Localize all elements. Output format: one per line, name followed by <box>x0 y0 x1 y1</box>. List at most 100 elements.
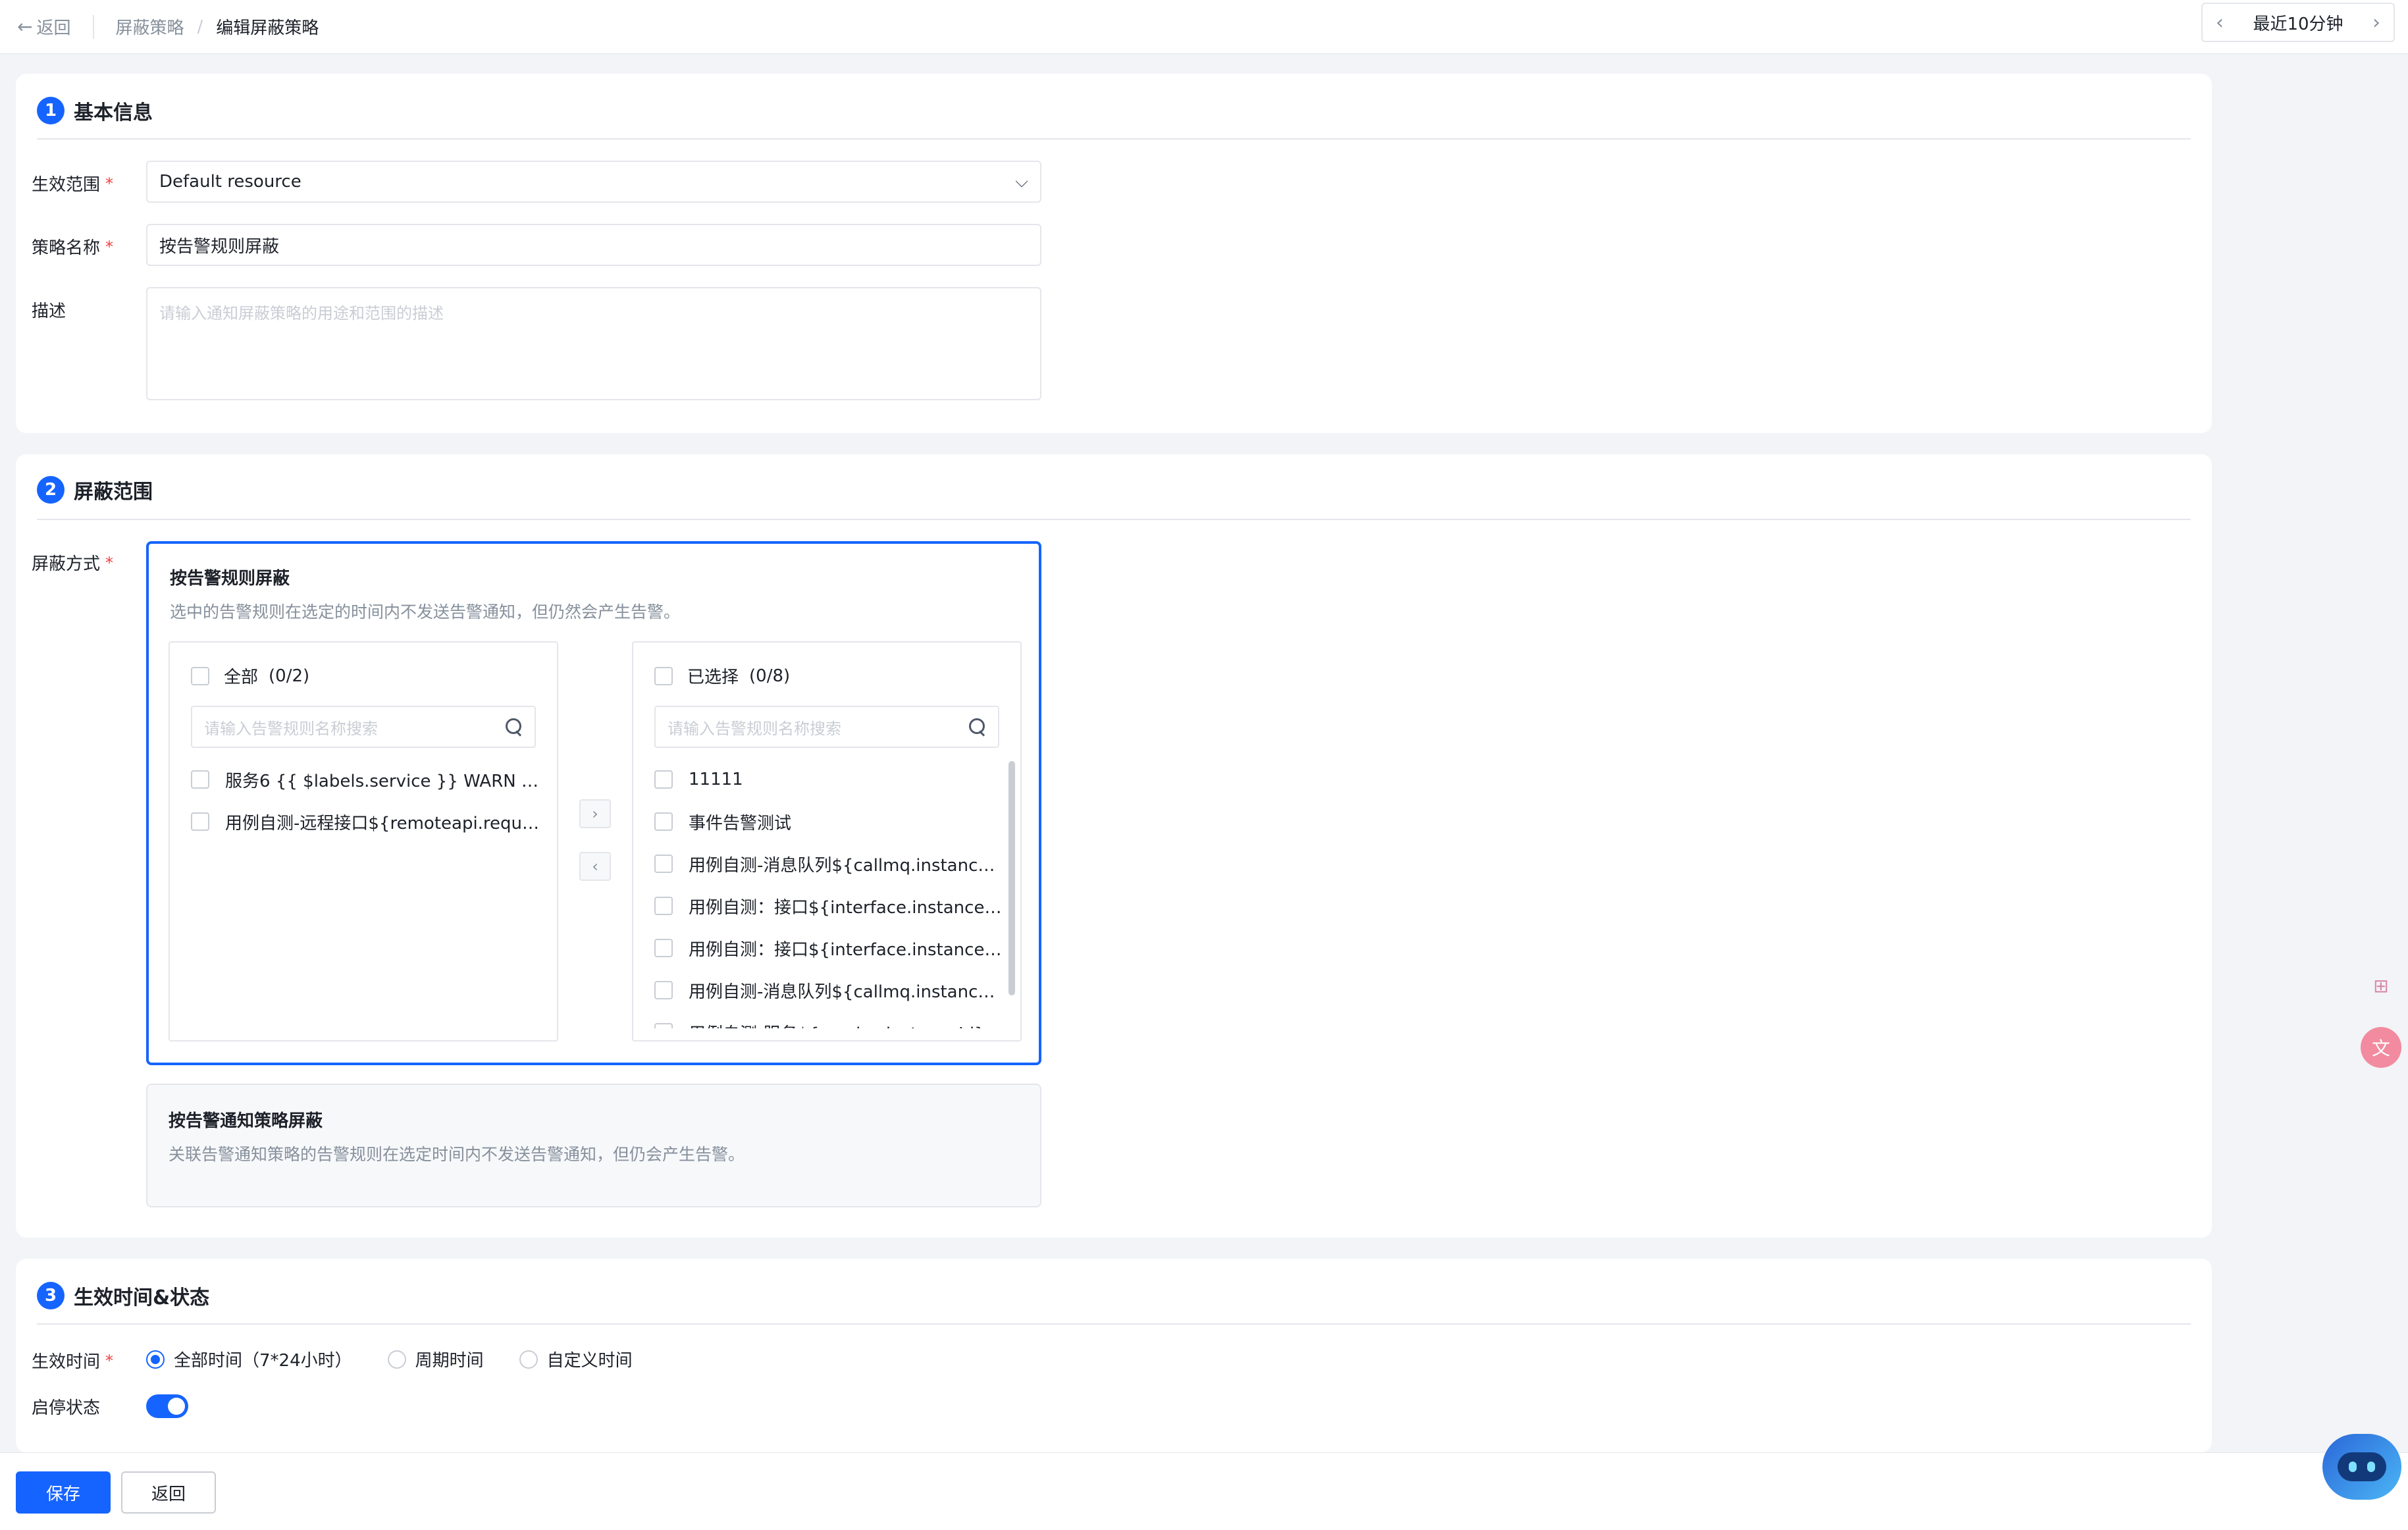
desc-label-text: 描述 <box>32 302 66 321</box>
back-link[interactable]: ← 返回 <box>17 14 70 39</box>
source-header: 全部 (0/2) <box>191 664 309 688</box>
option-by-notify-policy[interactable]: 按告警通知策略屏蔽 关联告警通知策略的告警规则在选定时间内不发送告警通知，但仍会… <box>146 1084 1041 1207</box>
select-all-selected-checkbox[interactable] <box>654 666 673 685</box>
chevron-down-icon: ⌵ <box>1015 171 1028 192</box>
move-left-button[interactable]: ‹ <box>579 852 611 881</box>
item-checkbox[interactable] <box>191 812 209 831</box>
item-checkbox[interactable] <box>654 939 673 957</box>
item-checkbox[interactable] <box>654 855 673 873</box>
required-mark: * <box>105 553 114 572</box>
list-item[interactable]: 用例自测-消息队列${callmq.instanceI... <box>654 969 1003 1011</box>
radio-custom-time[interactable]: 自定义时间 <box>519 1347 633 1371</box>
arrow-left-icon: ← <box>17 16 33 38</box>
divider <box>93 14 95 39</box>
desc-label: 描述 <box>32 298 66 322</box>
search-icon[interactable] <box>506 718 523 735</box>
section-divider <box>37 519 2191 520</box>
breadcrumb-separator: / <box>197 16 203 37</box>
policy-name-value: 按告警规则屏蔽 <box>159 236 280 257</box>
breadcrumb-shield-policy[interactable]: 屏蔽策略 <box>115 14 184 39</box>
status-label-text: 启停状态 <box>32 1398 101 1418</box>
footer-bar: 保存 返回 <box>0 1452 2408 1530</box>
robot-eye <box>2367 1462 2376 1472</box>
section-title: 生效时间&状态 <box>74 1286 210 1309</box>
chevron-left-icon[interactable]: ‹ <box>2216 11 2224 34</box>
radio-button[interactable] <box>387 1350 406 1369</box>
assistant-robot-icon[interactable] <box>2322 1434 2401 1500</box>
item-label: 服务6 {{ $labels.service }} WARN 日志... <box>225 771 540 791</box>
source-search-input[interactable]: 请输入告警规则名称搜索 <box>191 706 536 748</box>
breadcrumb-current: 编辑屏蔽策略 <box>216 18 319 38</box>
item-checkbox[interactable] <box>654 897 673 915</box>
item-label: 事件告警测试 <box>689 813 792 833</box>
list-item[interactable]: 事件告警测试 <box>654 801 1003 843</box>
target-header-label: 已选择 <box>687 668 739 687</box>
option-rule-title: 按告警规则屏蔽 <box>170 569 290 589</box>
radio-periodic-time[interactable]: 周期时间 <box>387 1347 484 1371</box>
item-checkbox[interactable] <box>654 770 673 789</box>
time-range-picker[interactable]: ‹ 最近10分钟 › <box>2201 3 2395 42</box>
shield-scope-card: 2 屏蔽范围 屏蔽方式 * 按告警规则屏蔽 选中的告警规则在选定的时间内不发送告警… <box>16 454 2212 1238</box>
item-label: 用例自测-服务${service.instanceId}名... <box>689 1020 1003 1029</box>
radio-label: 全部时间（7*24小时） <box>174 1351 352 1371</box>
chevron-left-icon: ‹ <box>592 857 598 876</box>
chevron-right-icon[interactable]: › <box>2372 11 2380 34</box>
mode-label-text: 屏蔽方式 <box>32 554 101 574</box>
robot-eye <box>2348 1462 2357 1472</box>
radio-button[interactable] <box>519 1350 538 1369</box>
item-label: 用例自测-消息队列${callmq.instanceI... <box>689 982 1003 1002</box>
scrollbar[interactable] <box>1008 761 1015 995</box>
basic-info-header: 1 基本信息 <box>37 96 153 125</box>
list-item[interactable]: 用例自测-服务${service.instanceId}名... <box>654 1011 1003 1028</box>
item-checkbox[interactable] <box>191 770 209 789</box>
list-item[interactable]: 11111 <box>654 758 1003 801</box>
name-label: 策略名称 * <box>32 234 113 259</box>
target-search-input[interactable]: 请输入告警规则名称搜索 <box>654 706 999 748</box>
list-item[interactable]: 用例自测-消息队列${callmq.instanceI... <box>654 843 1003 885</box>
item-label: 用例自测：接口${interface.instanceId... <box>689 897 1003 918</box>
scope-select[interactable]: Default resource ⌵ <box>146 161 1041 203</box>
section-title: 基本信息 <box>74 101 153 124</box>
time-range-label: 最近10分钟 <box>2253 14 2343 34</box>
translate-float-icon[interactable]: 文 <box>2361 1027 2401 1068</box>
top-bar: ← 返回 屏蔽策略 / 编辑屏蔽策略 ‹ 最近10分钟 › <box>0 0 2408 54</box>
target-count: (0/8) <box>749 666 791 686</box>
target-search-placeholder: 请输入告警规则名称搜索 <box>667 719 841 738</box>
status-label: 启停状态 <box>32 1394 100 1419</box>
section-title: 屏蔽范围 <box>74 481 153 504</box>
list-item[interactable]: 服务6 {{ $labels.service }} WARN 日志... <box>191 758 540 801</box>
step-badge: 2 <box>37 476 65 504</box>
select-all-checkbox[interactable] <box>191 666 209 685</box>
option-notify-title: 按告警通知策略屏蔽 <box>169 1111 323 1131</box>
time-label-text: 生效时间 <box>32 1352 101 1372</box>
list-item[interactable]: 用例自测：接口${interface.instanceId... <box>654 885 1003 927</box>
chevron-right-icon: › <box>592 805 598 823</box>
required-mark: * <box>105 1351 114 1370</box>
list-item[interactable]: 用例自测-远程接口${remoteapi.request... <box>191 801 540 843</box>
search-icon[interactable] <box>969 718 986 735</box>
transfer-target-panel: 已选择 (0/8) 请输入告警规则名称搜索 11111 事件告警测试 用例自测-… <box>632 641 1022 1042</box>
list-item[interactable]: 用例自测：接口${interface.instanceId... <box>654 927 1003 969</box>
section-divider <box>37 1323 2191 1325</box>
apps-float-icon[interactable]: ⊞ <box>2361 965 2401 1006</box>
shield-scope-header: 2 屏蔽范围 <box>37 475 153 504</box>
required-mark: * <box>105 237 114 256</box>
item-label: 用例自测-远程接口${remoteapi.request... <box>225 813 540 833</box>
description-textarea[interactable]: 请输入通知屏蔽策略的用途和范围的描述 <box>146 287 1041 400</box>
target-list: 11111 事件告警测试 用例自测-消息队列${callmq.instanceI… <box>654 758 1003 1028</box>
back-button[interactable]: 返回 <box>121 1471 216 1514</box>
option-by-alert-rule[interactable]: 按告警规则屏蔽 选中的告警规则在选定的时间内不发送告警通知，但仍然会产生告警。 … <box>146 541 1041 1065</box>
source-list: 服务6 {{ $labels.service }} WARN 日志... 用例自… <box>191 758 540 1028</box>
source-search-placeholder: 请输入告警规则名称搜索 <box>204 719 378 738</box>
radio-button[interactable] <box>146 1350 165 1369</box>
policy-name-input[interactable]: 按告警规则屏蔽 <box>146 224 1041 266</box>
status-toggle[interactable] <box>146 1394 188 1418</box>
time-label: 生效时间 * <box>32 1348 113 1373</box>
radio-all-time[interactable]: 全部时间（7*24小时） <box>146 1347 352 1371</box>
move-right-button[interactable]: › <box>579 799 611 828</box>
item-checkbox[interactable] <box>654 1023 673 1028</box>
save-button[interactable]: 保存 <box>16 1471 111 1514</box>
item-checkbox[interactable] <box>654 812 673 831</box>
description-placeholder: 请输入通知屏蔽策略的用途和范围的描述 <box>159 304 444 323</box>
item-checkbox[interactable] <box>654 981 673 999</box>
